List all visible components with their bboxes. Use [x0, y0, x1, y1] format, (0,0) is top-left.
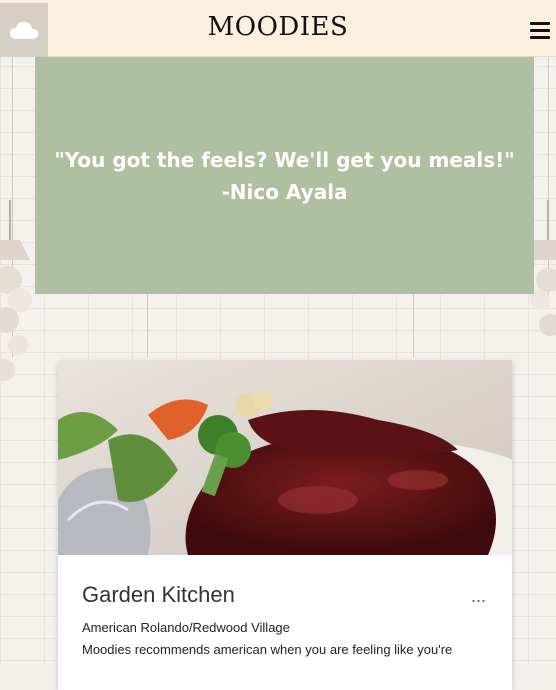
hero-banner: "You got the feels? We'll get you meals!… — [35, 57, 534, 294]
top-navbar: MOODIES — [0, 0, 556, 57]
restaurant-name: Garden Kitchen — [82, 582, 235, 607]
restaurant-cuisine-location: American Rolando/Redwood Village — [82, 620, 290, 635]
hero-quote: "You got the feels? We'll get you meals!… — [54, 147, 515, 172]
hanging-plant-left-icon — [0, 200, 32, 381]
hero-author: -Nico Ayala — [221, 179, 348, 204]
hamburger-icon[interactable] — [530, 22, 550, 39]
restaurant-card[interactable]: Garden Kitchen ... American Rolando/Redw… — [58, 360, 512, 690]
brand-title[interactable]: MOODIES — [0, 12, 556, 42]
food-image — [58, 360, 512, 555]
more-options-button[interactable]: ... — [471, 586, 486, 607]
restaurant-description: Moodies recommends american when you are… — [82, 642, 453, 657]
